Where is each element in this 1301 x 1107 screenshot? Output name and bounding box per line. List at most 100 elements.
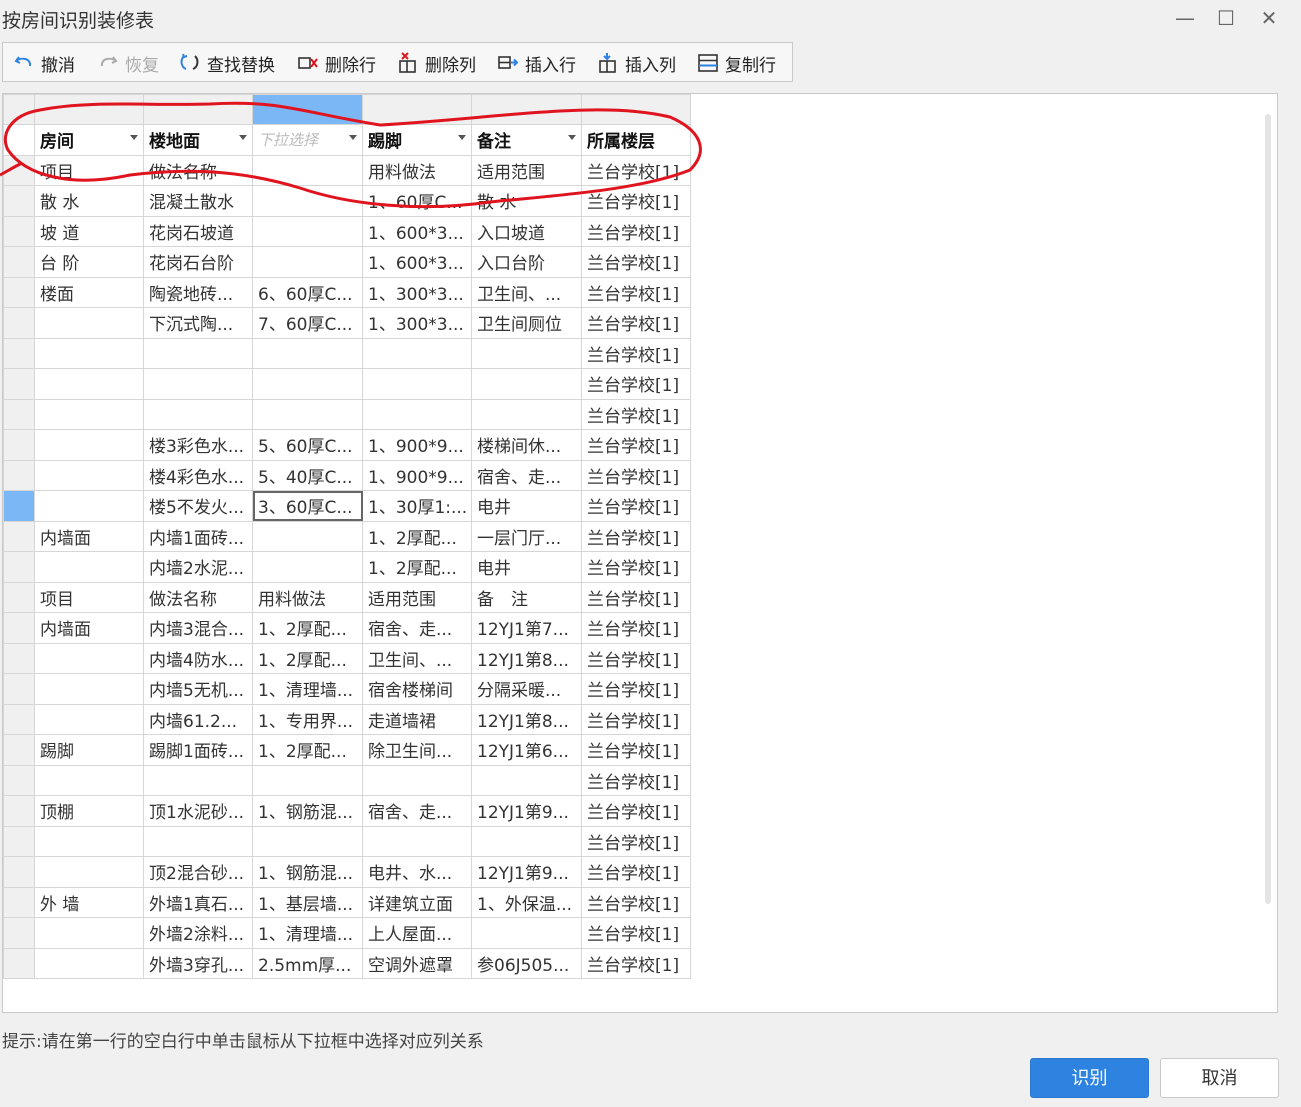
row-header[interactable] <box>3 124 35 156</box>
insert-col-button[interactable]: 插入列 <box>597 52 676 76</box>
table-cell[interactable]: 内墙面 <box>34 612 144 644</box>
table-cell[interactable]: 电井 <box>471 551 582 583</box>
column-mapping-select[interactable]: 房间 <box>34 124 144 156</box>
row-header[interactable] <box>3 459 35 491</box>
table-cell[interactable]: 兰台学校[1] <box>581 825 691 857</box>
table-cell[interactable]: 顶1水泥砂... <box>143 795 253 827</box>
table-cell[interactable] <box>471 764 582 796</box>
table-cell[interactable]: 兰台学校[1] <box>581 734 691 766</box>
table-cell[interactable]: 1、300*3... <box>362 307 472 339</box>
table-cell[interactable]: 花岗石坡道 <box>143 215 253 247</box>
row-header[interactable] <box>3 795 35 827</box>
table-cell[interactable]: 2.5mm厚... <box>252 947 363 979</box>
table-cell[interactable]: 兰台学校[1] <box>581 185 691 217</box>
cancel-button[interactable]: 取消 <box>1160 1058 1279 1098</box>
table-cell[interactable]: 兰台学校[1] <box>581 520 691 552</box>
table-cell[interactable]: 做法名称 <box>143 581 253 613</box>
table-cell[interactable] <box>34 917 144 949</box>
table-cell[interactable]: 宿舍、走... <box>471 459 582 491</box>
table-cell[interactable] <box>143 764 253 796</box>
table-cell[interactable] <box>143 825 253 857</box>
table-cell[interactable]: 1、900*9... <box>362 429 472 461</box>
table-cell[interactable]: 兰台学校[1] <box>581 673 691 705</box>
table-cell[interactable]: 楼梯间休... <box>471 429 582 461</box>
table-cell[interactable]: 内墙4防水... <box>143 642 253 674</box>
table-cell[interactable]: 1、900*9... <box>362 459 472 491</box>
table-cell[interactable]: 除卫生间... <box>362 734 472 766</box>
table-cell[interactable]: 1、清理墙... <box>252 917 363 949</box>
table-cell[interactable]: 12YJ1第6... <box>471 734 582 766</box>
column-mapping-select[interactable]: 楼地面 <box>143 124 253 156</box>
table-cell[interactable]: 顶棚 <box>34 795 144 827</box>
row-header[interactable] <box>3 398 35 430</box>
table-cell[interactable]: 1、清理墙... <box>252 673 363 705</box>
row-header[interactable] <box>3 246 35 278</box>
row-header[interactable] <box>3 368 35 400</box>
chevron-down-icon[interactable] <box>458 135 466 140</box>
table-cell[interactable]: 卫生间、... <box>362 642 472 674</box>
table-cell[interactable]: 12YJ1第9... <box>471 856 582 888</box>
copy-row-button[interactable]: 复制行 <box>697 52 776 76</box>
table-cell[interactable]: 1、钢筋混... <box>252 856 363 888</box>
table-cell[interactable]: 兰台学校[1] <box>581 612 691 644</box>
redo-button[interactable]: 恢复 <box>97 52 159 76</box>
table-cell[interactable] <box>471 917 582 949</box>
table-cell[interactable] <box>34 825 144 857</box>
row-header[interactable] <box>3 734 35 766</box>
table-cell[interactable]: 1、60厚C... <box>362 185 472 217</box>
column-header[interactable] <box>34 94 144 125</box>
table-cell[interactable]: 兰台学校[1] <box>581 795 691 827</box>
table-cell[interactable] <box>34 764 144 796</box>
table-cell[interactable]: 外 墙 <box>34 886 144 918</box>
table-cell[interactable]: 兰台学校[1] <box>581 856 691 888</box>
column-mapping-select[interactable]: 备注 <box>471 124 582 156</box>
table-cell[interactable]: 项目 <box>34 154 144 186</box>
chevron-down-icon[interactable] <box>568 135 576 140</box>
row-header[interactable] <box>3 825 35 857</box>
row-header[interactable] <box>3 215 35 247</box>
row-header[interactable] <box>3 185 35 217</box>
table-cell[interactable]: 12YJ1第8... <box>471 642 582 674</box>
table-cell[interactable]: 兰台学校[1] <box>581 490 691 522</box>
maximize-button[interactable]: ☐ <box>1211 4 1241 32</box>
table-cell[interactable]: 外墙1真石... <box>143 886 253 918</box>
table-cell[interactable] <box>34 947 144 979</box>
close-button[interactable]: ✕ <box>1254 4 1284 32</box>
table-cell[interactable] <box>143 368 253 400</box>
row-header[interactable] <box>3 673 35 705</box>
column-header[interactable] <box>471 94 582 125</box>
table-cell[interactable] <box>34 490 144 522</box>
table-cell[interactable]: 兰台学校[1] <box>581 368 691 400</box>
table-cell[interactable]: 陶瓷地砖... <box>143 276 253 308</box>
table-cell[interactable] <box>252 520 363 552</box>
table-cell[interactable]: 内墙2水泥... <box>143 551 253 583</box>
column-mapping-select[interactable]: 踢脚 <box>362 124 472 156</box>
table-cell[interactable]: 适用范围 <box>362 581 472 613</box>
table-cell[interactable]: 混凝土散水 <box>143 185 253 217</box>
table-cell[interactable]: 1、外保温... <box>471 886 582 918</box>
table-cell[interactable]: 兰台学校[1] <box>581 215 691 247</box>
table-cell[interactable] <box>362 337 472 369</box>
table-cell[interactable]: 宿舍、走... <box>362 795 472 827</box>
table-cell[interactable]: 入口坡道 <box>471 215 582 247</box>
table-cell[interactable] <box>252 337 363 369</box>
table-cell[interactable]: 1、2厚配... <box>362 520 472 552</box>
table-cell[interactable]: 宿舍、走... <box>362 612 472 644</box>
table-cell[interactable]: 做法名称 <box>143 154 253 186</box>
table-cell[interactable]: 参06J505... <box>471 947 582 979</box>
row-header[interactable] <box>3 886 35 918</box>
find-replace-button[interactable]: 查找替换 <box>179 52 275 76</box>
row-header[interactable] <box>3 703 35 735</box>
table-cell[interactable]: 宿舍楼梯间 <box>362 673 472 705</box>
column-header[interactable] <box>252 94 363 125</box>
table-cell[interactable]: 1、600*3... <box>362 215 472 247</box>
row-header[interactable] <box>3 520 35 552</box>
table-cell[interactable] <box>252 398 363 430</box>
table-cell[interactable] <box>143 398 253 430</box>
table-cell[interactable]: 入口台阶 <box>471 246 582 278</box>
table-cell[interactable]: 12YJ1第7... <box>471 612 582 644</box>
table-cell[interactable]: 兰台学校[1] <box>581 307 691 339</box>
table-cell[interactable] <box>34 307 144 339</box>
column-mapping-select[interactable]: 所属楼层 <box>581 124 691 156</box>
table-cell[interactable]: 楼5不发火... <box>143 490 253 522</box>
